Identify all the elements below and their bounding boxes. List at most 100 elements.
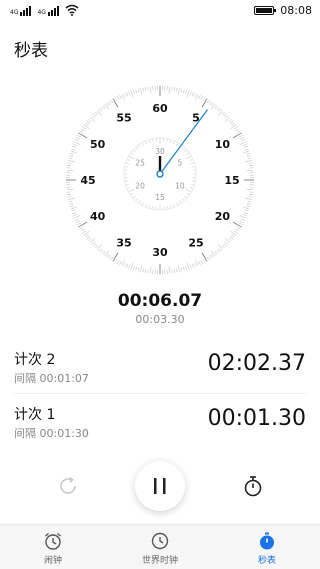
dial-tick (74, 142, 80, 145)
lap-interval: 间隔 00:01:30 (14, 425, 89, 441)
dial-tick (120, 95, 122, 99)
dial-tick (74, 215, 80, 218)
dial-tick (192, 264, 193, 268)
dial-tick (85, 123, 88, 125)
dial-tick (103, 251, 105, 254)
dial-label: 60 (152, 102, 168, 115)
dial-tick (202, 253, 207, 262)
dial-tick (228, 119, 231, 122)
clock-time: 08:08 (280, 4, 312, 17)
subdial-label: 10 (175, 182, 185, 191)
network-type-label: 4G (10, 10, 18, 16)
dial-tick (244, 146, 248, 147)
second-hand (160, 110, 207, 174)
dial-label: 20 (215, 210, 231, 223)
dial-tick (249, 165, 253, 166)
dial-tick (94, 244, 97, 247)
lap-button[interactable] (241, 472, 265, 500)
dial-tick (224, 244, 227, 247)
dial-tick (143, 88, 144, 92)
dial-tick (73, 214, 77, 216)
dial-tick (111, 257, 113, 260)
subdial-tick (186, 157, 190, 160)
subdial-tick (139, 146, 140, 148)
dial-tick (222, 112, 225, 115)
subdial-label: 20 (135, 182, 145, 191)
subdial-tick (146, 142, 147, 144)
dial-tick (87, 237, 90, 240)
world-clock-icon (150, 531, 170, 551)
dial-tick (217, 107, 220, 110)
dial-tick (75, 219, 79, 221)
subdial-tick (143, 203, 144, 205)
dial-tick (77, 223, 81, 225)
dial-tick (239, 215, 245, 218)
dial-tick (186, 266, 187, 270)
dial-tick (71, 210, 75, 211)
dial-tick (138, 268, 139, 272)
dial-tick (199, 95, 201, 99)
dial-tick (67, 170, 74, 171)
dial-tick (218, 248, 221, 251)
pause-button[interactable] (135, 461, 185, 511)
dial-tick (92, 242, 95, 245)
dial-tick (237, 131, 240, 133)
dial-tick (71, 151, 78, 153)
dial-tick (247, 203, 251, 204)
nav-item-alarm[interactable]: 闹钟 (0, 525, 106, 569)
dial-label: 40 (90, 210, 106, 223)
dial-tick (113, 99, 118, 108)
dial-tick (176, 268, 177, 272)
dial-tick (183, 267, 184, 271)
dial-tick (239, 142, 245, 145)
dial-tick (70, 206, 74, 207)
dial-tick (101, 107, 104, 110)
dial-tick (237, 227, 240, 229)
dial-label: 45 (80, 174, 95, 187)
dial-tick (246, 206, 250, 207)
nav-item-stopwatch[interactable]: 秒表 (214, 525, 320, 569)
dial-tick (143, 268, 144, 272)
lap-label: 计次 2 (14, 349, 55, 369)
subdial-tick (170, 141, 171, 143)
subdial-tick (146, 204, 147, 206)
dial-tick (244, 212, 248, 213)
subdial-tick (132, 153, 134, 154)
dial-tick (186, 90, 187, 94)
subdial-tick (134, 196, 135, 197)
dial-tick (140, 265, 141, 272)
dial-label: 15 (224, 174, 239, 187)
dial-tick (140, 88, 141, 95)
dial-tick (109, 101, 111, 104)
dial-tick (243, 151, 250, 153)
dial-tick (71, 207, 78, 209)
dial-tick (126, 264, 127, 268)
dial-tick (247, 156, 251, 157)
subdial-tick (191, 184, 193, 185)
dial-tick (178, 88, 179, 95)
nav-item-world-clock[interactable]: 世界时钟 (107, 525, 213, 569)
dial-label: 5 (192, 112, 200, 125)
dial-tick (69, 203, 73, 204)
dial-tick (183, 89, 184, 93)
dial-tick (241, 219, 245, 221)
dial-tick (228, 238, 231, 241)
dial-tick (248, 201, 252, 202)
dial-tick (234, 231, 237, 233)
dial-tick (245, 149, 249, 150)
status-right: 08:08 (254, 4, 312, 17)
dial-label: 30 (152, 246, 168, 259)
subdial-tick (127, 163, 129, 164)
dial-tick (129, 91, 130, 95)
dial-tick (71, 149, 75, 150)
lap-time: 00:01.30 (208, 406, 306, 431)
nav-label: 秒表 (214, 553, 320, 566)
reset-button[interactable] (54, 472, 82, 500)
dial-tick (117, 96, 119, 100)
subdial-tick (185, 196, 186, 197)
subdial-tick (143, 144, 144, 146)
dial-tick (67, 165, 71, 166)
dial-tick (240, 137, 244, 139)
dial-tick (69, 156, 73, 157)
dial-tick (215, 105, 217, 108)
